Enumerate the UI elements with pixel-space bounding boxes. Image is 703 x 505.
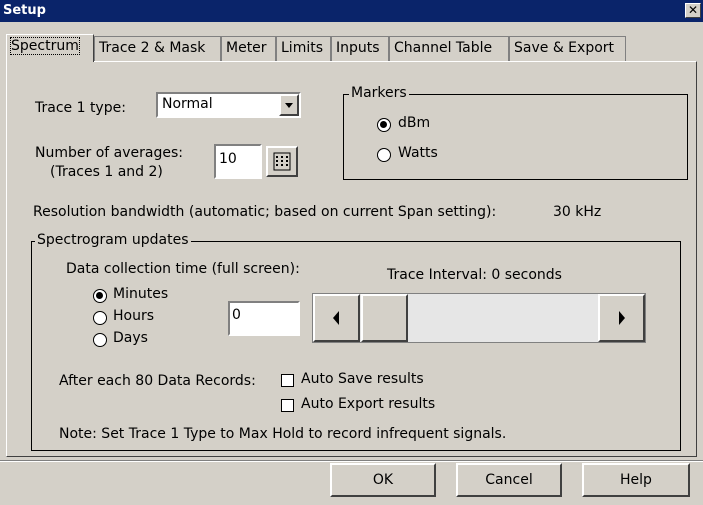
trace-interval-label: Trace Interval: 0 seconds: [387, 267, 562, 283]
title-bar: Setup ✕: [0, 0, 703, 22]
trace1-type-value: Normal: [162, 96, 213, 112]
collection-time-input[interactable]: 0: [228, 301, 300, 336]
spectrogram-legend: Spectrogram updates: [35, 232, 191, 248]
unit-hours-radio[interactable]: [93, 311, 107, 325]
tab-limits[interactable]: Limits: [276, 36, 331, 61]
tab-label: Meter: [226, 40, 267, 56]
averages-input[interactable]: 10: [214, 144, 262, 179]
tab-save-export[interactable]: Save & Export: [509, 36, 626, 61]
trace1-type-select[interactable]: Normal: [156, 92, 301, 118]
after-records-label: After each 80 Data Records:: [59, 373, 256, 389]
tab-label: Inputs: [336, 40, 380, 56]
tab-meter[interactable]: Meter: [221, 36, 276, 61]
dropdown-button[interactable]: [279, 94, 299, 116]
collection-time-label: Data collection time (full screen):: [66, 261, 300, 277]
tab-label: Limits: [281, 40, 323, 56]
markers-group: Markers: [343, 85, 688, 180]
auto-save-checkbox[interactable]: [281, 374, 294, 387]
help-button[interactable]: Help: [582, 463, 690, 497]
tab-label: Trace 2 & Mask: [99, 40, 206, 56]
averages-sublabel: (Traces 1 and 2): [50, 164, 163, 180]
unit-days-label: Days: [113, 330, 148, 346]
ok-button[interactable]: OK: [330, 463, 436, 497]
tab-label: Save & Export: [514, 40, 615, 56]
markers-dbm-label: dBm: [398, 115, 431, 131]
markers-watts-radio[interactable]: [377, 148, 391, 162]
trace1-type-label: Trace 1 type:: [35, 100, 126, 116]
unit-days-radio[interactable]: [93, 333, 107, 347]
tab-channel-table[interactable]: Channel Table: [389, 36, 509, 61]
markers-legend: Markers: [349, 85, 409, 101]
keypad-button[interactable]: [266, 146, 298, 177]
tab-label: Spectrum: [10, 37, 80, 55]
slider-thumb[interactable]: [361, 294, 408, 342]
unit-minutes-radio[interactable]: [93, 289, 107, 303]
keypad-icon: [273, 152, 291, 171]
tab-inputs[interactable]: Inputs: [331, 36, 389, 61]
note-text: Note: Set Trace 1 Type to Max Hold to re…: [59, 426, 507, 442]
auto-export-checkbox[interactable]: [281, 399, 294, 412]
markers-dbm-radio[interactable]: [377, 118, 391, 132]
auto-export-label: Auto Export results: [301, 396, 436, 412]
window-title: Setup: [3, 3, 46, 18]
rbw-value: 30 kHz: [553, 204, 602, 220]
unit-hours-label: Hours: [113, 308, 155, 324]
markers-watts-label: Watts: [398, 145, 438, 161]
averages-label: Number of averages:: [35, 145, 183, 161]
close-icon: ✕: [687, 3, 699, 17]
close-button[interactable]: ✕: [685, 3, 701, 18]
tab-label: Channel Table: [394, 40, 493, 56]
slider-right-button[interactable]: [598, 294, 645, 342]
collection-time-value: 0: [232, 307, 241, 323]
slider-left-button[interactable]: [313, 294, 360, 342]
auto-save-label: Auto Save results: [301, 371, 424, 387]
rbw-label: Resolution bandwidth (automatic; based o…: [33, 204, 497, 220]
cancel-button[interactable]: Cancel: [456, 463, 562, 497]
arrow-right-icon: [619, 311, 625, 325]
footer-separator: [0, 460, 703, 462]
tab-trace2-mask[interactable]: Trace 2 & Mask: [94, 36, 221, 61]
averages-value: 10: [219, 151, 237, 167]
unit-minutes-label: Minutes: [113, 286, 169, 302]
tab-spectrum[interactable]: Spectrum: [6, 34, 94, 62]
arrow-left-icon: [333, 311, 339, 325]
chevron-down-icon: [285, 103, 293, 108]
